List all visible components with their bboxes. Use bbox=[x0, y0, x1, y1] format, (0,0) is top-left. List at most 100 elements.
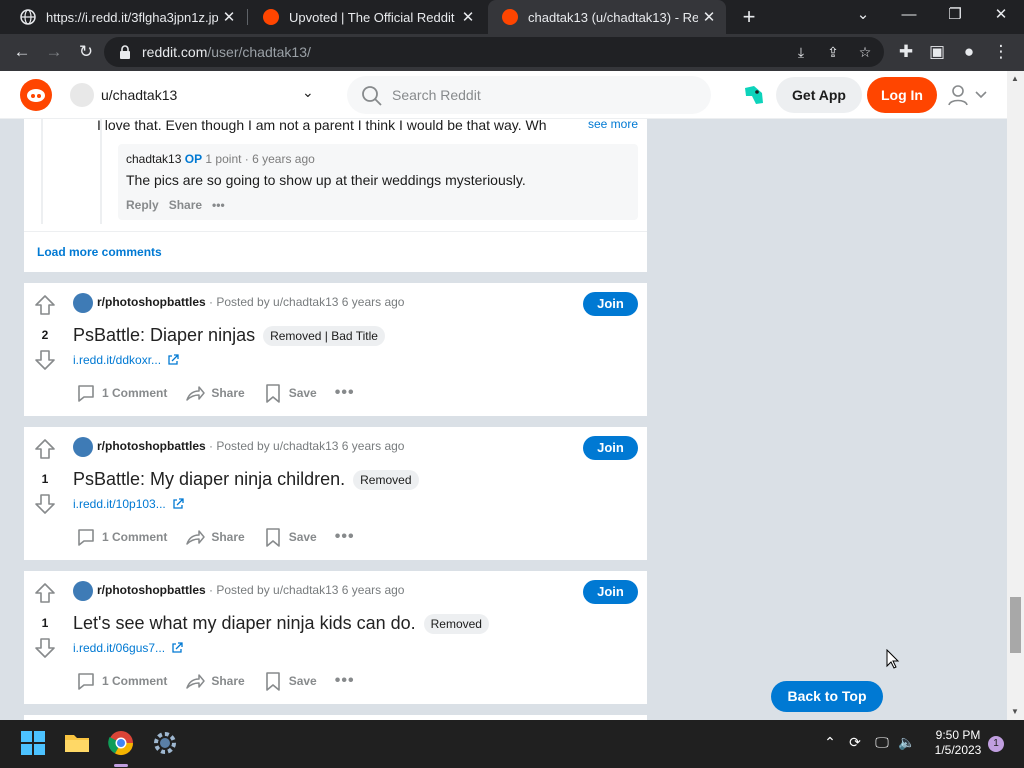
reply-meta: chadtak13 OP 1 point · 6 years ago bbox=[126, 152, 315, 166]
reply-comment: chadtak13 OP 1 point · 6 years ago The p… bbox=[118, 144, 638, 220]
see-more-link[interactable]: see more bbox=[588, 117, 638, 131]
reply-button[interactable]: Reply bbox=[126, 198, 159, 212]
join-button[interactable]: Join bbox=[583, 292, 638, 316]
more-options-icon[interactable]: ••• bbox=[335, 384, 355, 402]
comments-button[interactable]: 1 Comment bbox=[76, 527, 167, 547]
search-placeholder: Search Reddit bbox=[392, 87, 481, 103]
share-icon bbox=[186, 674, 206, 689]
avatar bbox=[70, 83, 94, 107]
reload-icon[interactable]: ↻ bbox=[73, 39, 99, 65]
subreddit-icon[interactable] bbox=[73, 437, 93, 457]
share-page-icon[interactable]: ⇪ bbox=[822, 42, 844, 62]
windows-start-icon[interactable] bbox=[18, 728, 48, 758]
forward-arrow-icon[interactable]: → bbox=[41, 39, 67, 65]
post-link[interactable]: i.redd.it/ddkoxr... bbox=[73, 353, 179, 367]
thread-line[interactable] bbox=[41, 119, 43, 224]
share-button[interactable]: Share bbox=[169, 198, 202, 212]
volume-icon[interactable]: 🔈 bbox=[897, 734, 917, 751]
more-options-icon[interactable]: ••• bbox=[212, 198, 225, 212]
search-input[interactable]: Search Reddit bbox=[347, 76, 711, 114]
globe-icon bbox=[20, 9, 36, 25]
share-button[interactable]: Share bbox=[185, 383, 245, 403]
comments-button[interactable]: 1 Comment bbox=[76, 671, 167, 691]
bookmark-star-icon[interactable]: ☆ bbox=[854, 42, 876, 62]
thread-line[interactable] bbox=[100, 119, 102, 224]
close-tab-icon[interactable]: ✕ bbox=[457, 8, 479, 26]
post-link[interactable]: i.redd.it/10p103... bbox=[73, 497, 184, 511]
profile-icon[interactable]: ● bbox=[956, 39, 982, 65]
chrome-icon[interactable] bbox=[106, 728, 136, 758]
subreddit-link[interactable]: r/photoshopbattles bbox=[97, 439, 206, 453]
subreddit-icon[interactable] bbox=[73, 293, 93, 313]
scroll-down-icon[interactable]: ▼ bbox=[1011, 707, 1019, 716]
tab-search-chevron-icon[interactable]: ⌄ bbox=[840, 0, 886, 34]
reddit-logo-icon[interactable] bbox=[20, 79, 52, 111]
post-title[interactable]: PsBattle: My diaper ninja children. Remo… bbox=[73, 469, 419, 490]
share-button[interactable]: Share bbox=[185, 527, 245, 547]
scroll-up-icon[interactable]: ▲ bbox=[1011, 74, 1019, 83]
restore-icon[interactable]: ❐ bbox=[932, 0, 978, 34]
reply-author[interactable]: chadtak13 bbox=[126, 152, 181, 166]
post-card[interactable]: 1 r/photoshopbattles · Posted by u/chadt… bbox=[24, 571, 647, 704]
downvote-icon[interactable] bbox=[33, 636, 57, 660]
advertise-icon[interactable] bbox=[742, 84, 766, 106]
system-clock[interactable]: 9:50 PM 1/5/2023 bbox=[928, 728, 988, 758]
more-options-icon[interactable]: ••• bbox=[335, 672, 355, 690]
close-tab-icon[interactable]: ✕ bbox=[218, 8, 240, 26]
notification-badge[interactable]: 1 bbox=[988, 736, 1004, 752]
page-scrollbar[interactable]: ▲ ▼ bbox=[1007, 71, 1024, 720]
settings-gear-icon[interactable] bbox=[150, 728, 180, 758]
op-badge: OP bbox=[184, 152, 203, 166]
log-in-button[interactable]: Log In bbox=[867, 77, 937, 113]
scrollbar-thumb[interactable] bbox=[1010, 597, 1021, 653]
save-button[interactable]: Save bbox=[263, 383, 317, 403]
minimize-icon[interactable]: — bbox=[886, 0, 932, 34]
new-tab-icon[interactable]: + bbox=[737, 4, 761, 30]
user-dropdown[interactable]: u/chadtak13 ⌄ bbox=[66, 80, 330, 110]
downvote-icon[interactable] bbox=[33, 348, 57, 372]
subreddit-icon[interactable] bbox=[73, 581, 93, 601]
browser-tab-strip: https://i.redd.it/3flgha3jpn1z.jpg ✕ Upv… bbox=[0, 0, 1024, 34]
downvote-icon[interactable] bbox=[33, 492, 57, 516]
join-button[interactable]: Join bbox=[583, 580, 638, 604]
upvote-icon[interactable] bbox=[33, 437, 57, 461]
subreddit-link[interactable]: r/photoshopbattles bbox=[97, 583, 206, 597]
post-meta: r/photoshopbattles · Posted by u/chadtak… bbox=[97, 439, 404, 453]
browser-tab-image[interactable]: https://i.redd.it/3flgha3jpn1z.jpg ✕ bbox=[6, 0, 246, 34]
tray-chevron-up-icon[interactable]: ⌃ bbox=[820, 734, 840, 751]
save-button[interactable]: Save bbox=[263, 527, 317, 547]
browser-tab-upvoted[interactable]: Upvoted | The Official Reddit Blog ✕ bbox=[249, 0, 485, 34]
get-app-button[interactable]: Get App bbox=[776, 77, 862, 113]
back-arrow-icon[interactable]: ← bbox=[9, 39, 35, 65]
close-tab-icon[interactable]: ✕ bbox=[698, 8, 720, 26]
comment-icon bbox=[78, 673, 94, 690]
chrome-menu-icon[interactable]: ⋮ bbox=[988, 39, 1014, 65]
more-options-icon[interactable]: ••• bbox=[335, 528, 355, 546]
sync-icon[interactable]: ⟳ bbox=[845, 734, 865, 751]
user-menu-icon[interactable] bbox=[946, 83, 990, 107]
file-explorer-icon[interactable] bbox=[62, 728, 92, 758]
post-title[interactable]: Let's see what my diaper ninja kids can … bbox=[73, 613, 489, 634]
post-link[interactable]: i.redd.it/06gus7... bbox=[73, 641, 183, 655]
vote-count: 1 bbox=[41, 616, 49, 630]
close-window-icon[interactable]: ✕ bbox=[978, 0, 1024, 34]
side-panel-icon[interactable]: ▣ bbox=[924, 39, 950, 65]
share-button[interactable]: Share bbox=[185, 671, 245, 691]
address-bar[interactable]: reddit.com/user/chadtak13/ ⤓ ⇪ ☆ bbox=[104, 37, 884, 67]
install-app-icon[interactable]: ⤓ bbox=[790, 42, 812, 62]
load-more-comments-link[interactable]: Load more comments bbox=[37, 245, 162, 259]
post-title[interactable]: PsBattle: Diaper ninjas Removed | Bad Ti… bbox=[73, 325, 385, 346]
post-card[interactable]: 2 r/photoshopbattles · Posted by u/chadt… bbox=[24, 283, 647, 416]
extensions-puzzle-icon[interactable]: ✚ bbox=[893, 39, 919, 65]
parent-comment-text: I love that. Even though I am not a pare… bbox=[97, 117, 547, 133]
browser-tab-profile[interactable]: chadtak13 (u/chadtak13) - Reddit ✕ bbox=[488, 0, 726, 34]
subreddit-link[interactable]: r/photoshopbattles bbox=[97, 295, 206, 309]
network-icon[interactable]: 🖵 bbox=[872, 734, 892, 751]
upvote-icon[interactable] bbox=[33, 293, 57, 317]
comments-button[interactable]: 1 Comment bbox=[76, 383, 167, 403]
post-card[interactable]: 1 r/photoshopbattles · Posted by u/chadt… bbox=[24, 427, 647, 560]
save-button[interactable]: Save bbox=[263, 671, 317, 691]
join-button[interactable]: Join bbox=[583, 436, 638, 460]
upvote-icon[interactable] bbox=[33, 581, 57, 605]
back-to-top-button[interactable]: Back to Top bbox=[771, 681, 883, 712]
